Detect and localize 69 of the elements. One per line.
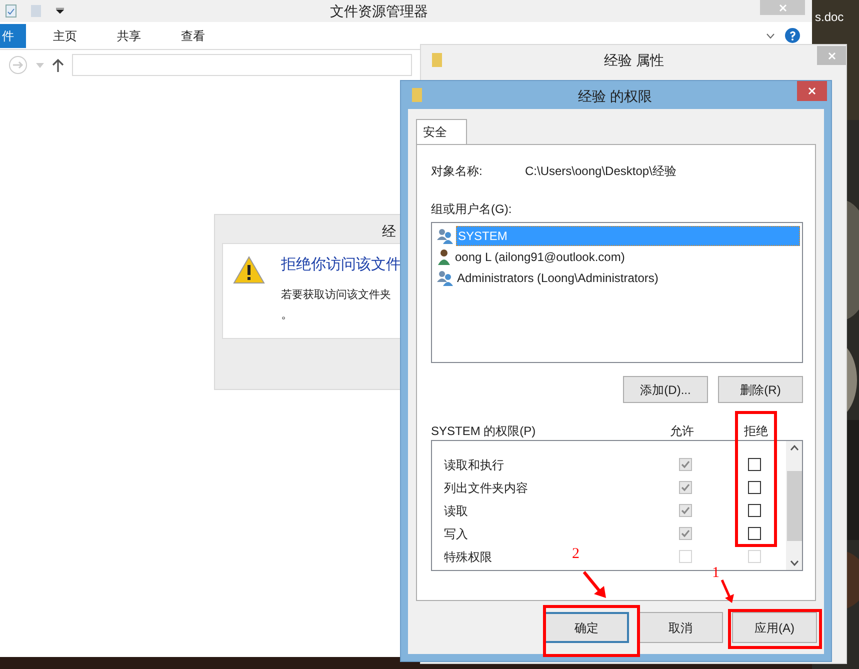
address-field[interactable] (72, 54, 412, 76)
folder-icon (431, 52, 443, 68)
warning-icon (233, 256, 265, 284)
permission-name: 读取 (444, 502, 468, 520)
checkbox[interactable] (748, 458, 761, 471)
group-label: 组或用户名(G): (431, 201, 513, 218)
arrow-icon (582, 570, 608, 600)
ribbon-tab[interactable]: 件 (0, 24, 26, 48)
dialog-button[interactable]: 确定 (544, 612, 629, 643)
permissions-label: SYSTEM 的权限(P) (431, 423, 536, 436)
scroll-thumb[interactable] (786, 470, 802, 540)
close-icon (778, 4, 786, 12)
permission-name: 读取和执行 (444, 456, 504, 474)
folder-icon (411, 87, 423, 103)
dialog-button[interactable]: 取消 (638, 612, 723, 643)
user-item[interactable]: Administrators (Loong\Administrators) (456, 268, 800, 288)
permission-name: 列出文件夹内容 (444, 480, 528, 496)
chevron-icon[interactable] (766, 33, 775, 39)
file-label[interactable]: s.doc (815, 8, 844, 26)
ribbon-tab[interactable]: 主页 (40, 24, 90, 48)
dialog-heading: 拒绝你访问该文件 (281, 255, 401, 275)
checkbox[interactable] (679, 504, 692, 517)
users-icon (437, 270, 453, 286)
forward-icon[interactable] (8, 55, 28, 75)
annotation-number: 2 (572, 545, 580, 564)
help-icon[interactable] (785, 28, 800, 43)
dialog-message: 。 (281, 306, 294, 323)
dialog-tab[interactable]: 安全 (416, 119, 467, 144)
document-icon[interactable] (4, 4, 18, 18)
check-icon (681, 506, 690, 515)
close-icon (828, 52, 836, 60)
close-button[interactable] (797, 81, 827, 101)
ribbon-tab[interactable]: 共享 (104, 24, 154, 48)
object-name-value: C:\Users\oong\Desktop\经验 (525, 163, 676, 180)
checkbox[interactable] (679, 458, 692, 471)
check-icon (681, 483, 690, 492)
user-icon (437, 248, 451, 264)
users-icon (437, 228, 453, 244)
arrow-icon (720, 578, 736, 604)
checkbox[interactable] (748, 481, 761, 494)
check-icon (681, 529, 690, 538)
check-icon (681, 460, 690, 469)
dialog-button[interactable]: 添加(D)... (623, 376, 708, 403)
scrollbar[interactable] (786, 441, 802, 570)
window-title: 经验 的权限 (578, 87, 652, 106)
close-button[interactable] (817, 46, 846, 65)
dialog-title: 经 (382, 222, 397, 241)
dropdown-icon[interactable] (56, 8, 64, 14)
column-header: 允许 (670, 423, 694, 440)
checkbox[interactable] (679, 527, 692, 540)
dialog-button[interactable]: 应用(A) (732, 612, 817, 643)
checkbox[interactable] (748, 504, 761, 517)
window-title: 经验 属性 (604, 51, 664, 70)
window-title: 文件资源管理器 (330, 2, 428, 21)
ribbon-tab[interactable]: 查看 (168, 24, 218, 48)
close-icon (808, 87, 816, 95)
scroll-down-icon[interactable] (790, 560, 798, 566)
annotation-number: 1 (712, 564, 720, 583)
checkbox[interactable] (748, 527, 761, 540)
permission-name: 写入 (444, 526, 468, 542)
column-header: 拒绝 (744, 423, 768, 440)
dialog-message: 若要获取访问该文件夹 (281, 288, 392, 302)
permission-name: 特殊权限 (444, 548, 492, 566)
scroll-up-icon[interactable] (790, 445, 798, 451)
checkbox[interactable] (679, 481, 692, 494)
up-arrow-icon[interactable] (52, 58, 64, 72)
dialog-button[interactable]: 删除(R) (718, 376, 803, 403)
object-name-label: 对象名称: (431, 163, 484, 180)
user-item[interactable]: oong L (ailong91@outlook.com) (454, 246, 800, 266)
